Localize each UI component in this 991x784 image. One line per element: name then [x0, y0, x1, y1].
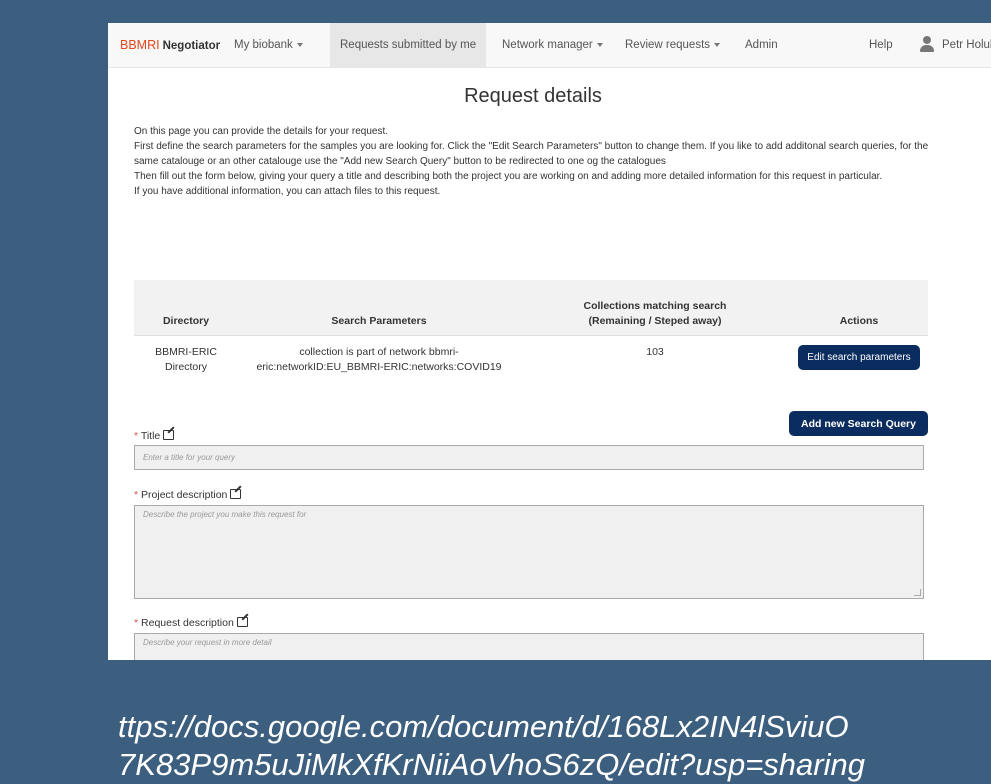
brand-negotiator: Negotiator	[162, 40, 221, 52]
nav-my-biobank-label: My biobank	[234, 39, 293, 51]
caret-down-icon	[714, 42, 721, 47]
edit-icon	[230, 489, 242, 499]
edit-search-parameters-button[interactable]: Edit search parameters	[798, 345, 920, 370]
nav-requests-submitted-label: Requests submitted by me	[340, 39, 477, 51]
required-mark: *	[134, 489, 139, 501]
url-overlay: ttps://docs.google.com/document/d/168Lx2…	[118, 708, 991, 784]
header-directory: Directory	[134, 280, 238, 336]
project-description-label: * Project description	[134, 489, 242, 501]
caret-down-icon	[296, 42, 303, 47]
nav-network-manager[interactable]: Network manager	[502, 23, 603, 67]
intro-line-2: First define the search parameters for t…	[134, 141, 929, 167]
title-label-text: Title	[140, 430, 161, 442]
user-icon	[920, 36, 934, 52]
nav-review-requests[interactable]: Review requests	[625, 23, 721, 67]
intro-line-4: If you have additional information, you …	[134, 186, 441, 197]
request-description-placeholder: Describe your request in more detail	[143, 638, 272, 647]
table-row: BBMRI-ERIC Directory collection is part …	[134, 335, 928, 384]
app-window: BBMRI Negotiator My biobank Requests subm…	[108, 23, 991, 660]
search-query-table: Directory Search Parameters Collections …	[134, 280, 928, 384]
cell-collections: 103	[520, 335, 790, 384]
edit-icon	[163, 430, 175, 440]
page-title: Request details	[464, 85, 602, 107]
nav-admin-label: Admin	[745, 39, 778, 51]
project-description-label-text: Project description	[141, 489, 228, 501]
intro-text: On this page you can provide the details…	[134, 124, 934, 199]
project-description-placeholder: Describe the project you make this reque…	[143, 510, 307, 519]
table-header-row: Directory Search Parameters Collections …	[134, 280, 928, 336]
nav-my-biobank[interactable]: My biobank	[234, 23, 303, 67]
nav-user[interactable]: Petr Holub	[942, 23, 991, 67]
nav-requests-submitted[interactable]: Requests submitted by me	[330, 23, 487, 67]
required-mark: *	[134, 430, 139, 442]
title-input[interactable]: Enter a title for your query	[134, 445, 924, 470]
header-collections: Collections matching search (Remaining /…	[520, 280, 790, 336]
intro-line-1: On this page you can provide the details…	[134, 126, 389, 137]
title-label: * Title	[134, 430, 175, 442]
caret-down-icon	[596, 42, 603, 47]
header-actions: Actions	[790, 280, 928, 336]
brand-logo[interactable]: BBMRI Negotiator	[120, 23, 220, 67]
url-line-2: 7K83P9m5uJiMkXfKrNiiAoVhoS6zQ/edit?usp=s…	[118, 747, 865, 782]
header-search-parameters: Search Parameters	[238, 280, 520, 336]
request-description-label-text: Request description	[141, 617, 234, 629]
brand-bbmri: BBMRI	[120, 38, 160, 52]
required-mark: *	[134, 617, 139, 629]
edit-icon	[236, 617, 248, 627]
request-description-textarea[interactable]: Describe your request in more detail	[134, 633, 924, 660]
nav-help[interactable]: Help	[869, 23, 893, 67]
cell-search-parameters: collection is part of network bbmri-eric…	[238, 335, 520, 384]
add-new-search-query-button[interactable]: Add new Search Query	[789, 411, 928, 436]
request-description-label: * Request description	[134, 617, 248, 629]
url-line-1: ttps://docs.google.com/document/d/168Lx2…	[118, 709, 849, 744]
nav-help-label: Help	[869, 39, 893, 51]
cell-actions: Edit search parameters	[790, 335, 928, 384]
nav-admin[interactable]: Admin	[745, 23, 778, 67]
project-description-textarea[interactable]: Describe the project you make this reque…	[134, 505, 924, 599]
intro-line-3: Then fill out the form below, giving you…	[134, 171, 883, 182]
title-placeholder: Enter a title for your query	[143, 453, 236, 462]
nav-user-name: Petr Holub	[942, 39, 991, 51]
cell-directory: BBMRI-ERIC Directory	[134, 335, 238, 384]
resize-grip-icon[interactable]	[914, 589, 921, 596]
navbar: BBMRI Negotiator My biobank Requests subm…	[108, 23, 991, 68]
nav-network-manager-label: Network manager	[502, 39, 593, 51]
nav-review-requests-label: Review requests	[625, 39, 711, 51]
